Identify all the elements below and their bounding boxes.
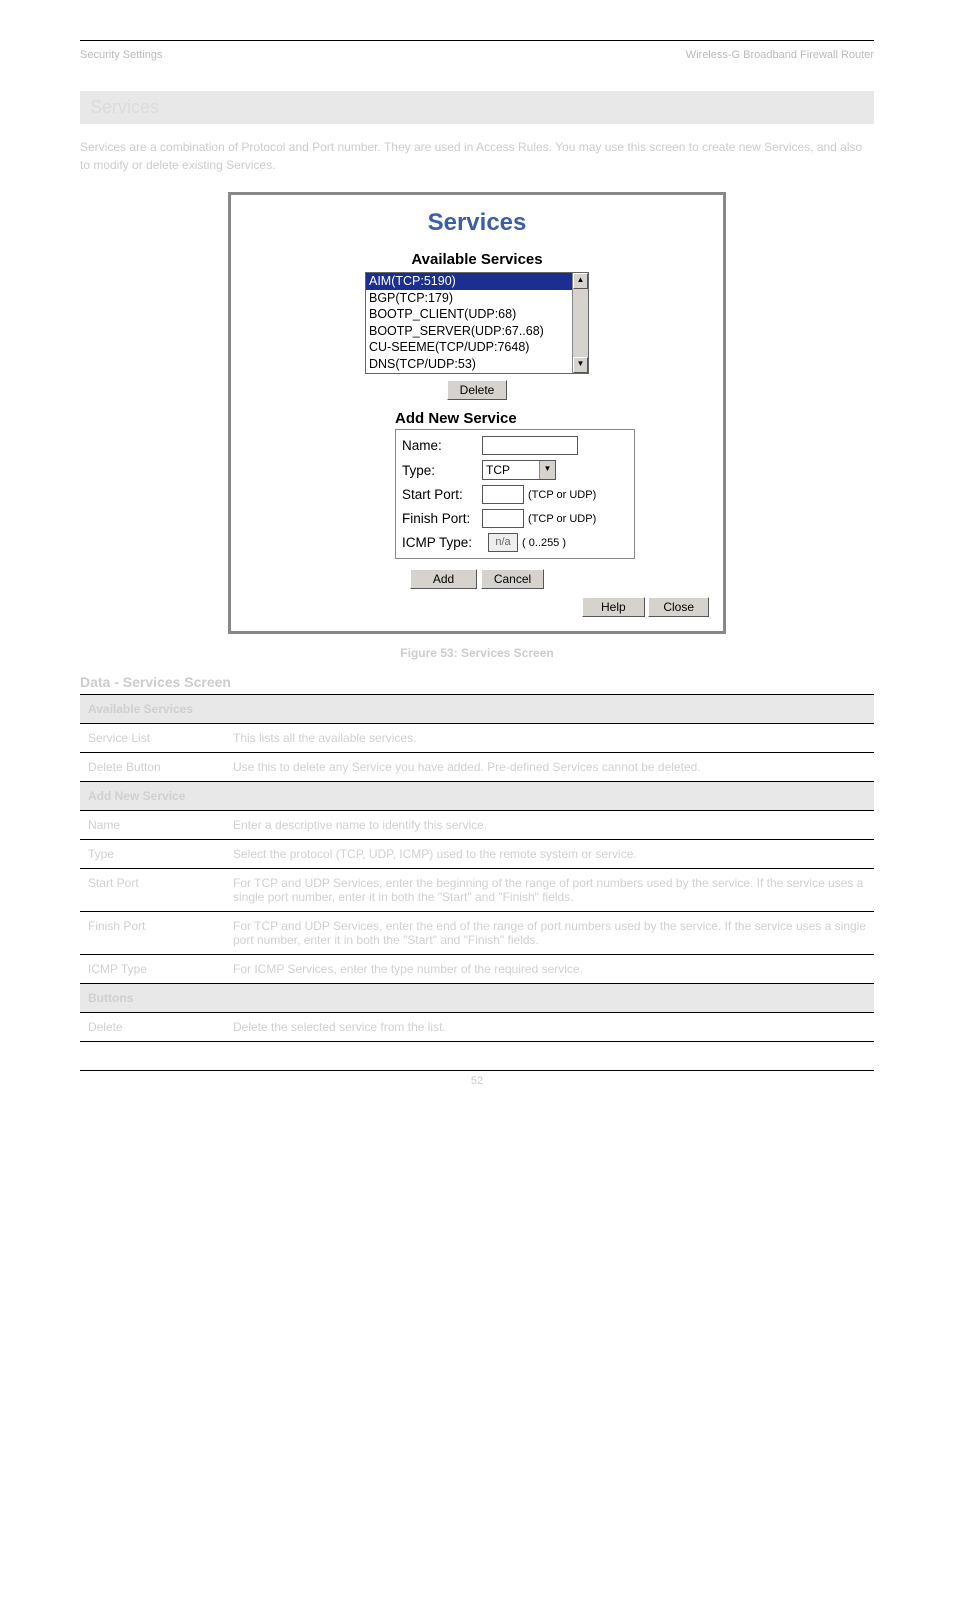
cancel-button[interactable]: Cancel bbox=[481, 569, 544, 589]
list-item[interactable]: DNS(TCP/UDP:53) bbox=[366, 356, 588, 373]
delete-button[interactable]: Delete bbox=[447, 380, 508, 400]
intro-text: Services are a combination of Protocol a… bbox=[80, 138, 874, 174]
list-item[interactable]: BOOTP_CLIENT(UDP:68) bbox=[366, 306, 588, 323]
start-port-input[interactable] bbox=[482, 485, 524, 504]
finish-port-label: Finish Port: bbox=[402, 511, 478, 526]
icmp-type-input[interactable]: n/a bbox=[488, 533, 518, 552]
start-port-label: Start Port: bbox=[402, 487, 478, 502]
table-row: Delete Delete the selected service from … bbox=[80, 1013, 874, 1042]
services-dialog: Services Available Services AIM(TCP:5190… bbox=[228, 192, 726, 634]
type-select[interactable]: TCP ▼ bbox=[482, 460, 556, 480]
chevron-down-icon[interactable]: ▼ bbox=[539, 461, 555, 479]
close-button[interactable]: Close bbox=[648, 597, 709, 617]
data-heading: Data - Services Screen bbox=[80, 674, 874, 690]
page-number: 52 bbox=[80, 1070, 874, 1087]
finish-port-input[interactable] bbox=[482, 509, 524, 528]
add-button[interactable]: Add bbox=[410, 569, 477, 589]
services-listbox[interactable]: AIM(TCP:5190) BGP(TCP:179) BOOTP_CLIENT(… bbox=[365, 272, 589, 374]
table-row: Type Select the protocol (TCP, UDP, ICMP… bbox=[80, 840, 874, 869]
table-section: Buttons bbox=[80, 984, 874, 1013]
services-data-table: Available Services Service List This lis… bbox=[80, 694, 874, 1042]
header-right: Wireless-G Broadband Firewall Router bbox=[686, 49, 874, 61]
name-input[interactable] bbox=[482, 436, 578, 455]
table-row: Delete Button Use this to delete any Ser… bbox=[80, 753, 874, 782]
list-item[interactable]: BOOTP_SERVER(UDP:67..68) bbox=[366, 323, 588, 340]
table-row: Finish Port For TCP and UDP Services, en… bbox=[80, 912, 874, 955]
dialog-title: Services bbox=[245, 209, 709, 237]
list-item[interactable]: CU-SEEME(TCP/UDP:7648) bbox=[366, 339, 588, 356]
finish-port-hint: (TCP or UDP) bbox=[528, 513, 596, 525]
add-service-form: Name: Type: TCP ▼ Start Port: (TCP or UD… bbox=[395, 429, 635, 559]
listbox-scrollbar[interactable]: ▲ ▼ bbox=[572, 273, 588, 373]
section-title: Services bbox=[80, 91, 874, 124]
table-row: ICMP Type For ICMP Services, enter the t… bbox=[80, 955, 874, 984]
start-port-hint: (TCP or UDP) bbox=[528, 489, 596, 501]
name-label: Name: bbox=[402, 438, 478, 453]
add-new-service-label: Add New Service bbox=[395, 410, 709, 427]
table-section: Add New Service bbox=[80, 782, 874, 811]
scroll-down-icon[interactable]: ▼ bbox=[573, 357, 588, 373]
type-value: TCP bbox=[486, 463, 510, 477]
figure-caption: Figure 53: Services Screen bbox=[80, 646, 874, 660]
list-item[interactable]: AIM(TCP:5190) bbox=[366, 273, 588, 290]
scroll-up-icon[interactable]: ▲ bbox=[573, 273, 588, 289]
icmp-type-label: ICMP Type: bbox=[402, 535, 484, 550]
type-label: Type: bbox=[402, 463, 478, 478]
header-left: Security Settings bbox=[80, 49, 163, 61]
available-services-label: Available Services bbox=[245, 251, 709, 268]
list-item[interactable]: BGP(TCP:179) bbox=[366, 290, 588, 307]
help-button[interactable]: Help bbox=[582, 597, 645, 617]
table-row: Service List This lists all the availabl… bbox=[80, 724, 874, 753]
table-row: Name Enter a descriptive name to identif… bbox=[80, 811, 874, 840]
icmp-type-hint: ( 0..255 ) bbox=[522, 537, 566, 549]
table-row: Start Port For TCP and UDP Services, ent… bbox=[80, 869, 874, 912]
table-section: Available Services bbox=[80, 695, 874, 724]
